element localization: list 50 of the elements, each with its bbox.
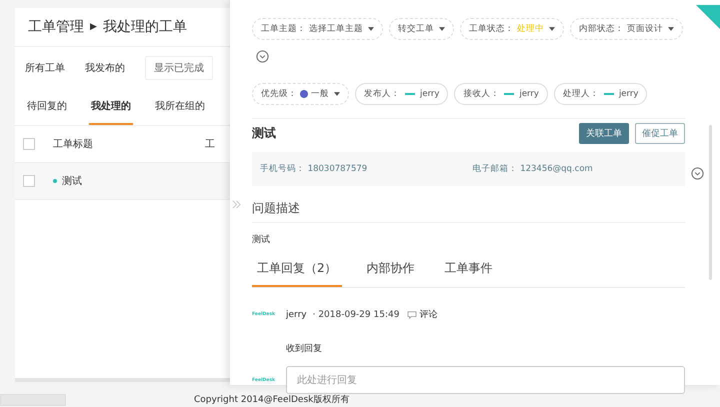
reply-input[interactable]: 此处进行回复 (286, 366, 685, 394)
breadcrumb-section[interactable]: 工单管理 (28, 18, 84, 36)
filter-chip[interactable]: 发布人： jerry (355, 83, 448, 105)
filter-chip[interactable]: 工单状态： 处理中 (460, 18, 564, 40)
contact-info: 电子邮箱： 123456@qq.com (472, 163, 594, 175)
expand-icon[interactable] (691, 166, 704, 180)
caret-icon (549, 27, 555, 31)
filter-chip[interactable]: 内部状态： 页面设计 (570, 18, 683, 40)
caret-icon (334, 92, 340, 96)
list-tab[interactable]: 我处理的 (89, 89, 133, 125)
filter-chip[interactable]: 优先级： 一般 (252, 83, 349, 105)
caret-icon (439, 27, 445, 31)
show-completed-button[interactable]: 显示已完成 (145, 56, 213, 80)
scope-link[interactable]: 所有工单 (25, 61, 65, 75)
list-tab[interactable]: 我所在组的 (153, 89, 207, 125)
detail-tab[interactable]: 工单事件 (440, 260, 498, 287)
collapse-icon[interactable] (232, 200, 241, 209)
copyright-text: Copyright 2014@FeelDesk版权所有 (194, 394, 350, 406)
breadcrumb-separator: ▶ (90, 22, 97, 32)
checkbox[interactable] (23, 175, 35, 187)
contact-info: 手机号码： 18030787579 (260, 163, 368, 175)
filter-chip[interactable]: 接收人： jerry (454, 83, 548, 105)
ticket-title: 测试 (252, 125, 277, 142)
corner-badge (696, 5, 720, 29)
link-ticket-button[interactable]: 关联工单 (579, 123, 629, 144)
filter-chip[interactable]: 工单主题： 选择工单主题 (252, 18, 383, 40)
expand-icon[interactable] (256, 50, 269, 63)
caret-icon (668, 27, 674, 31)
status-dot (53, 179, 57, 183)
reply-text: 收到回复 (286, 342, 323, 355)
description-text: 测试 (252, 234, 271, 246)
filter-chip[interactable]: 转交工单 (389, 18, 454, 40)
detail-tab[interactable]: 内部协作 (362, 260, 420, 287)
list-tab[interactable]: 待回复的 (25, 89, 69, 125)
comment-link[interactable]: 评论 (419, 308, 438, 321)
scope-link[interactable]: 我发布的 (85, 61, 125, 75)
breadcrumb-current: 我处理的工单 (102, 18, 187, 36)
comment-icon (407, 310, 418, 318)
filter-chip[interactable]: 处理人： jerry (554, 83, 648, 105)
detail-tab[interactable]: 工单回复（2） (252, 260, 342, 287)
section-heading: 问题描述 (252, 200, 685, 223)
scrollbar[interactable] (709, 125, 712, 280)
column-header: 工 (205, 138, 215, 151)
checkbox[interactable] (23, 138, 35, 150)
ticket-title[interactable]: 测试 (62, 174, 82, 188)
caret-icon (368, 27, 374, 31)
author-name: jerry (286, 310, 307, 320)
urge-ticket-button[interactable]: 催促工单 (635, 123, 685, 144)
column-header: 工单标题 (53, 138, 94, 151)
reply-time: · 2018-09-29 15:49 (312, 310, 400, 320)
